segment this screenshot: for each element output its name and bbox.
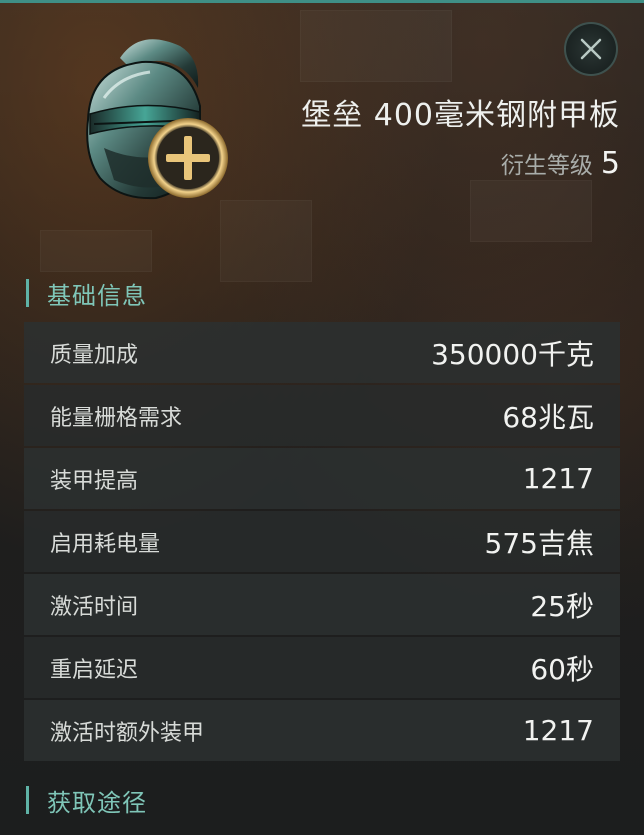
stat-value: 350000千克 bbox=[431, 337, 594, 371]
stat-row-bonus-armor: 激活时额外装甲 1217 bbox=[24, 700, 620, 761]
stat-label: 激活时额外装甲 bbox=[50, 720, 205, 746]
background-decor bbox=[40, 230, 152, 272]
section-acquire[interactable]: 获取途径 bbox=[26, 780, 147, 820]
top-accent-line bbox=[0, 0, 644, 3]
background-decor bbox=[300, 10, 452, 82]
stat-row-mass: 质量加成 350000千克 bbox=[24, 322, 620, 383]
stat-label: 重启延迟 bbox=[50, 657, 139, 683]
stat-row-powergrid: 能量栅格需求 68兆瓦 bbox=[24, 385, 620, 446]
stats-table: 质量加成 350000千克 能量栅格需求 68兆瓦 装甲提高 1217 启用耗电… bbox=[24, 322, 620, 763]
stat-value: 575吉焦 bbox=[484, 526, 594, 560]
stat-label: 装甲提高 bbox=[50, 468, 139, 494]
stat-value: 25秒 bbox=[530, 589, 594, 623]
item-name: 堡垒 400毫米钢附甲板 bbox=[301, 98, 620, 133]
section-title: 获取途径 bbox=[47, 788, 147, 817]
stat-row-activation-cost: 启用耗电量 575吉焦 bbox=[24, 511, 620, 572]
section-basic-info: 基础信息 bbox=[26, 273, 147, 313]
section-marker bbox=[26, 279, 29, 307]
stat-label: 能量栅格需求 bbox=[50, 405, 183, 431]
stat-row-armor: 装甲提高 1217 bbox=[24, 448, 620, 509]
stat-value: 1217 bbox=[522, 462, 594, 495]
background-decor bbox=[470, 180, 592, 242]
derivative-level: 衍生等级 5 bbox=[501, 146, 620, 181]
stat-value: 60秒 bbox=[530, 652, 594, 686]
section-title: 基础信息 bbox=[47, 281, 147, 310]
stat-label: 启用耗电量 bbox=[50, 531, 161, 557]
level-label: 衍生等级 bbox=[500, 153, 593, 179]
section-marker bbox=[26, 786, 29, 814]
stat-row-reactivation-delay: 重启延迟 60秒 bbox=[24, 637, 620, 698]
level-value: 5 bbox=[600, 146, 620, 181]
armor-helmet-plus-icon bbox=[60, 28, 240, 208]
background-decor bbox=[220, 200, 312, 282]
close-icon bbox=[580, 38, 602, 60]
stat-label: 激活时间 bbox=[50, 594, 139, 620]
item-info-panel: 堡垒 400毫米钢附甲板 衍生等级 5 基础信息 质量加成 350000千克 能… bbox=[0, 0, 644, 835]
stat-row-activation-time: 激活时间 25秒 bbox=[24, 574, 620, 635]
stat-label: 质量加成 bbox=[50, 342, 139, 368]
stat-value: 1217 bbox=[522, 714, 594, 747]
close-button[interactable] bbox=[564, 22, 618, 76]
stat-value: 68兆瓦 bbox=[502, 400, 594, 434]
